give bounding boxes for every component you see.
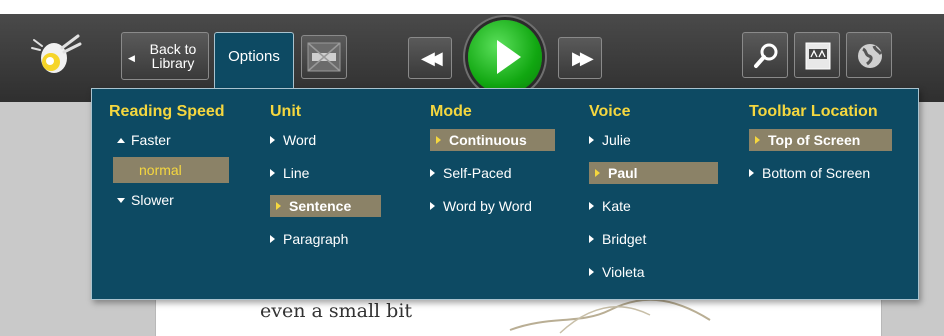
arrow-right-icon	[595, 169, 600, 177]
voice-option-julie[interactable]: Julie	[589, 129, 718, 162]
play-button[interactable]	[468, 20, 542, 94]
toolbar-location-bottom[interactable]: Bottom of Screen	[749, 162, 892, 195]
arrow-right-icon	[589, 268, 594, 276]
speed-faster-label: Faster	[131, 132, 171, 148]
arrow-right-icon	[430, 202, 435, 210]
back-label-line2: Library	[151, 55, 195, 71]
unit-option-label: Word	[283, 132, 317, 148]
zoom-button[interactable]	[742, 32, 788, 78]
voice-option-label: Violeta	[602, 264, 645, 280]
font-size-button[interactable]	[794, 32, 840, 78]
globe-button[interactable]	[846, 32, 892, 78]
unit-column: Unit Word Line Sentence Paragraph	[270, 103, 382, 261]
mode-option-label: Self-Paced	[443, 165, 512, 181]
mode-option-self-paced[interactable]: Self-Paced	[430, 162, 555, 195]
speed-slower-button[interactable]: Slower	[117, 189, 229, 215]
speed-slower-label: Slower	[131, 192, 174, 208]
arrow-right-icon	[589, 202, 594, 210]
voice-heading: Voice	[589, 103, 631, 120]
unit-heading: Unit	[270, 103, 302, 120]
back-to-library-button[interactable]: ◀ Back to Library	[121, 32, 209, 80]
reading-speed-column: Reading Speed Faster normal Slower	[109, 103, 229, 215]
rewind-icon: ◀◀	[421, 48, 443, 68]
unit-option-paragraph[interactable]: Paragraph	[270, 228, 381, 261]
arrow-right-icon	[755, 136, 760, 144]
voice-option-violeta[interactable]: Violeta	[589, 261, 718, 294]
toolbar-location-heading: Toolbar Location	[749, 103, 878, 120]
fast-forward-button[interactable]: ▶▶	[558, 37, 602, 79]
triangle-down-icon	[117, 198, 125, 203]
voice-column: Voice Julie Paul Kate Bridget Violeta	[589, 103, 718, 294]
mode-option-label: Continuous	[449, 132, 527, 148]
mode-option-label: Word by Word	[443, 198, 532, 214]
arrow-right-icon	[749, 169, 754, 177]
speed-faster-button[interactable]: Faster	[117, 129, 229, 155]
options-panel: Reading Speed Faster normal Slower Unit …	[91, 88, 919, 300]
back-button-label: Back to Library	[140, 42, 206, 70]
toolbar-location-label: Bottom of Screen	[762, 165, 871, 181]
arrow-right-icon	[276, 202, 281, 210]
mode-heading: Mode	[430, 103, 472, 120]
arrow-right-icon	[270, 235, 275, 243]
rewind-button[interactable]: ◀◀	[408, 37, 452, 79]
triangle-up-icon	[117, 138, 125, 143]
firefly-logo-icon[interactable]	[28, 30, 82, 83]
voice-option-kate[interactable]: Kate	[589, 195, 718, 228]
play-icon	[497, 40, 521, 74]
voice-option-label: Kate	[602, 198, 631, 214]
voice-option-label: Paul	[608, 165, 638, 181]
mode-option-continuous[interactable]: Continuous	[430, 129, 555, 162]
mode-option-word-by-word[interactable]: Word by Word	[430, 195, 555, 228]
chevron-left-icon: ◀	[128, 53, 135, 63]
arrow-right-icon	[270, 169, 275, 177]
fast-forward-icon: ▶▶	[572, 48, 594, 68]
arrow-right-icon	[436, 136, 441, 144]
back-label-line1: Back to	[149, 41, 197, 57]
mode-column: Mode Continuous Self-Paced Word by Word	[430, 103, 555, 228]
unit-option-label: Line	[283, 165, 310, 181]
unit-option-line[interactable]: Line	[270, 162, 381, 195]
toolbar-location-column: Toolbar Location Top of Screen Bottom of…	[749, 103, 893, 195]
screen-mask-icon	[307, 42, 341, 72]
toolbar-location-label: Top of Screen	[768, 132, 861, 148]
arrow-right-icon	[589, 136, 594, 144]
reading-speed-heading: Reading Speed	[109, 103, 225, 120]
arrow-right-icon	[430, 169, 435, 177]
voice-option-bridget[interactable]: Bridget	[589, 228, 718, 261]
globe-icon	[858, 44, 883, 68]
voice-option-paul[interactable]: Paul	[589, 162, 718, 195]
arrow-right-icon	[270, 136, 275, 144]
voice-option-label: Julie	[602, 132, 631, 148]
magnify-icon	[754, 43, 778, 68]
screen-mask-button[interactable]	[301, 35, 347, 79]
unit-option-label: Sentence	[289, 198, 352, 214]
speed-current-value: normal	[113, 157, 229, 183]
font-size-icon	[805, 42, 831, 70]
arrow-right-icon	[589, 235, 594, 243]
unit-option-word[interactable]: Word	[270, 129, 381, 162]
unit-option-label: Paragraph	[283, 231, 349, 247]
voice-option-label: Bridget	[602, 231, 647, 247]
unit-option-sentence[interactable]: Sentence	[270, 195, 382, 228]
toolbar-location-top[interactable]: Top of Screen	[749, 129, 893, 162]
page-text-line: even a small bit	[260, 300, 413, 322]
